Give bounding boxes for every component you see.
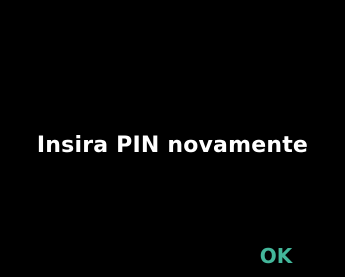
- ok-button[interactable]: OK: [248, 240, 304, 272]
- pin-reenter-prompt: Insira PIN novamente: [36, 133, 309, 158]
- pin-confirm-screen: Insira PIN novamente OK: [0, 0, 345, 277]
